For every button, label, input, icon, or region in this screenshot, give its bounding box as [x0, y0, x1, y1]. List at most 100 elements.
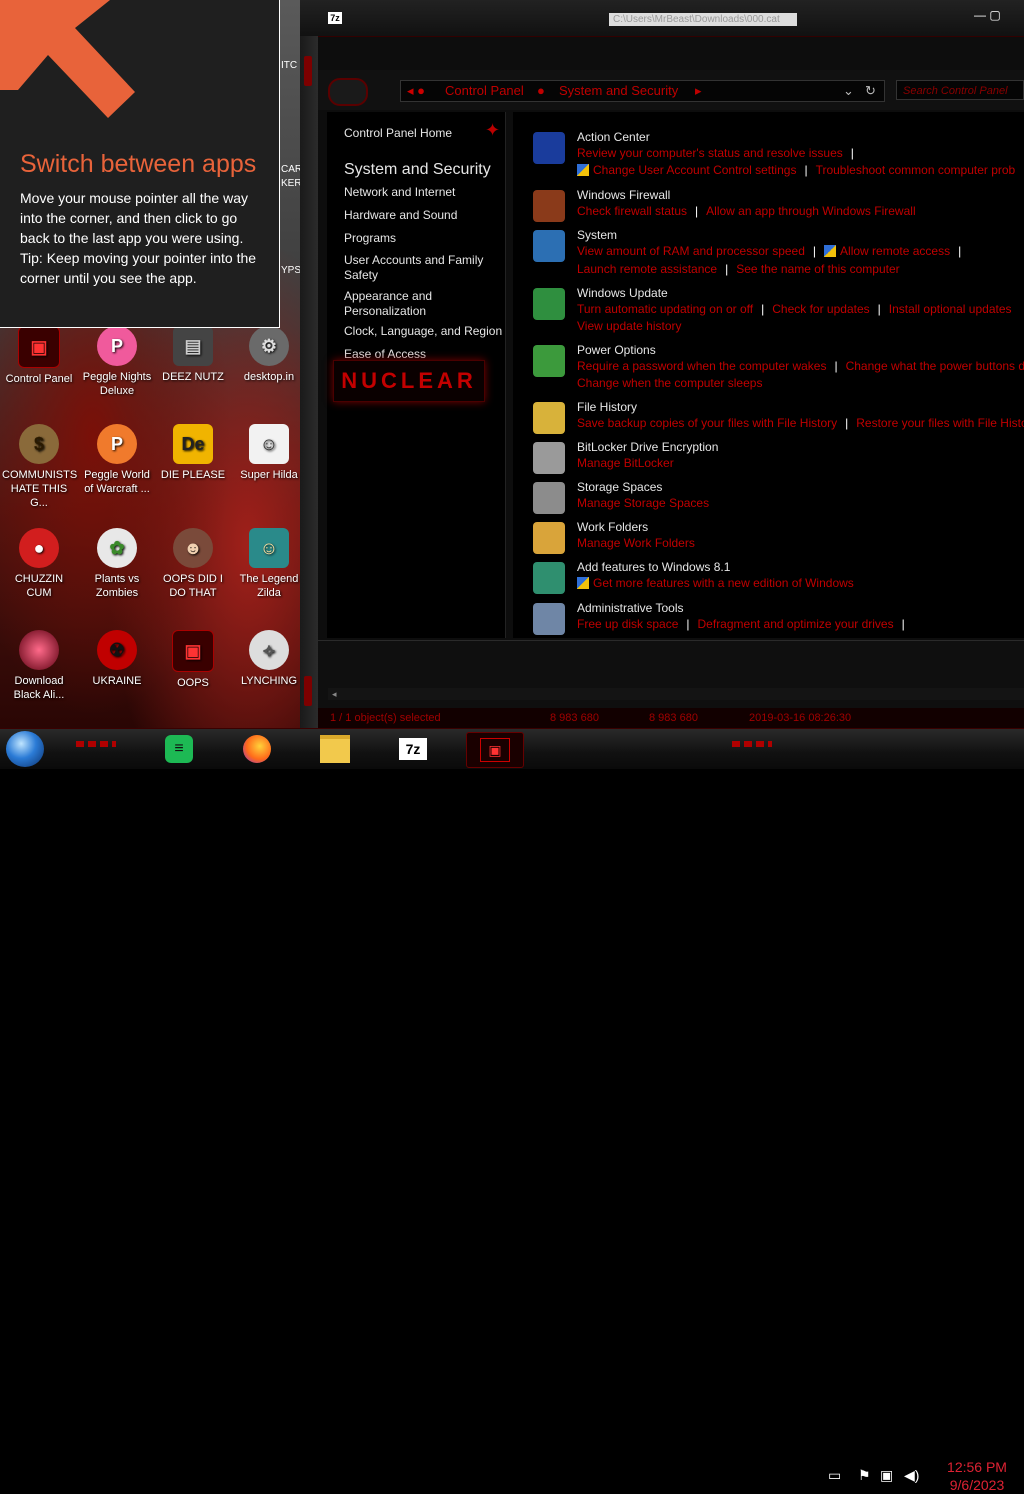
knot-icon: ⟡ — [249, 630, 289, 670]
link-manage-work-folders[interactable]: Manage Work Folders — [577, 536, 695, 550]
link-manage-storage[interactable]: Manage Storage Spaces — [577, 496, 709, 510]
7z-icon: 7z — [399, 738, 427, 760]
desktop-icon-chuzzin-cum[interactable]: ● CHUZZIN CUM — [2, 528, 76, 600]
nav-hardware-sound[interactable]: Hardware and Sound — [344, 208, 504, 223]
link-computer-sleeps[interactable]: Change when the computer sleeps — [577, 376, 762, 390]
nav-control-panel-home[interactable]: Control Panel Home — [344, 126, 504, 141]
window-controls[interactable]: — ▢ — [974, 8, 1024, 22]
taskbar-firefox-button[interactable] — [234, 732, 280, 766]
link-change-uac[interactable]: Change User Account Control settings — [593, 163, 796, 177]
category-title[interactable]: Windows Update — [577, 286, 668, 300]
link-allow-app[interactable]: Allow an app through Windows Firewall — [706, 204, 915, 218]
desktop-icon-plants-vs-zombies[interactable]: ✿ Plants vs Zombies — [80, 528, 154, 600]
nav-user-accounts[interactable]: User Accounts and Family Safety — [344, 253, 504, 283]
separator: | — [901, 617, 905, 631]
link-auto-update[interactable]: Turn automatic updating on or off — [577, 302, 753, 316]
desktop-icon-label: LYNCHING — [240, 675, 298, 687]
link-review-status[interactable]: Review your computer's status and resolv… — [577, 146, 843, 160]
search-input[interactable]: Search Control Panel — [896, 80, 1024, 100]
nav-system-and-security[interactable]: System and Security — [344, 161, 504, 179]
tray-flag-icon[interactable]: ⚑ — [858, 1467, 871, 1484]
chevron-down-icon[interactable]: ⌄ — [843, 81, 854, 101]
nav-clock-language[interactable]: Clock, Language, and Region — [344, 324, 504, 339]
link-save-backup[interactable]: Save backup copies of your files with Fi… — [577, 416, 837, 430]
nav-network-internet[interactable]: Network and Internet — [344, 185, 504, 200]
refresh-icon[interactable]: ↻ — [865, 81, 876, 101]
horizontal-scrollbar[interactable]: ◂ — [328, 688, 1024, 700]
desktop-icon-legend-zilda[interactable]: ☺ The Legend Zilda — [232, 528, 306, 600]
desktop-icon-download-black[interactable]: Download Black Ali... — [2, 630, 76, 702]
category-title[interactable]: Work Folders — [577, 520, 648, 534]
pin-icon: ✦ — [485, 120, 501, 140]
category-title[interactable]: Storage Spaces — [577, 480, 662, 494]
category-title[interactable]: System — [577, 228, 617, 242]
taskbar-file-explorer-button[interactable] — [312, 732, 358, 766]
link-computer-name[interactable]: See the name of this computer — [736, 262, 899, 276]
link-optional-updates[interactable]: Install optional updates — [889, 302, 1012, 316]
link-update-history[interactable]: View update history — [577, 319, 682, 333]
link-restore-files[interactable]: Restore your files with File Histo — [856, 416, 1024, 430]
breadcrumb-system-security[interactable]: System and Security — [559, 81, 678, 101]
desktop-icon-label: Control Panel — [5, 373, 73, 385]
partial-icon-label: KER — [281, 178, 302, 189]
link-view-ram[interactable]: View amount of RAM and processor speed — [577, 244, 805, 258]
desktop-icon-peggle-wow[interactable]: P Peggle World of Warcraft ... — [80, 424, 154, 496]
link-check-firewall[interactable]: Check firewall status — [577, 204, 687, 218]
tray-display-icon[interactable]: ▣ — [880, 1467, 893, 1484]
link-allow-remote[interactable]: Allow remote access — [840, 244, 950, 258]
link-row: View amount of RAM and processor speed | A… — [577, 244, 969, 258]
desktop-icon-lynching[interactable]: ⟡ LYNCHING — [232, 630, 306, 688]
link-check-updates[interactable]: Check for updates — [772, 302, 869, 316]
spotify-icon: ≡ — [165, 735, 193, 763]
link-launch-remote[interactable]: Launch remote assistance — [577, 262, 717, 276]
desktop-icon-die-please[interactable]: De DIE PLEASE — [156, 424, 230, 482]
separator: | — [834, 359, 838, 373]
title-bar[interactable]: 7z C:\Users\MrBeast\Downloads\000.cat — … — [300, 0, 1024, 37]
link-power-buttons[interactable]: Change what the power buttons d — [846, 359, 1024, 373]
breadcrumb-control-panel[interactable]: Control Panel — [445, 81, 524, 101]
desktop-icon-control-panel[interactable]: ▣ Control Panel — [2, 326, 76, 386]
desktop-icon-super-hilda[interactable]: ☺ Super Hilda — [232, 424, 306, 482]
taskbar-clock[interactable]: 12:56 PM 9/6/2023 — [930, 1458, 1024, 1494]
address-bar[interactable]: ◂ ● Control Panel ● System and Security … — [400, 80, 885, 102]
desktop-icon-oops-did-i[interactable]: ☻ OOPS DID I DO THAT — [156, 528, 230, 600]
start-orb-button[interactable] — [6, 731, 44, 767]
nav-appearance[interactable]: Appearance and Personalization — [344, 289, 504, 319]
desktop-icon-peggle-nights[interactable]: P Peggle Nights Deluxe — [80, 326, 154, 398]
peggle-icon: P — [97, 326, 137, 366]
link-row: Manage BitLocker — [577, 456, 674, 470]
link-get-more-features[interactable]: Get more features with a new edition of … — [593, 576, 854, 590]
taskbar-control-panel-button[interactable]: ▣ — [466, 732, 524, 768]
link-require-password[interactable]: Require a password when the computer wak… — [577, 359, 826, 373]
link-manage-bitlocker[interactable]: Manage BitLocker — [577, 456, 674, 470]
taskbar: ≡ 7z ▣ ▭ ⚑ ▣ ◀) 12:56 PM 9/6/2023 — [0, 728, 1024, 1493]
separator: | — [725, 262, 729, 276]
category-title[interactable]: File History — [577, 400, 637, 414]
desktop-icon-desktop-ini[interactable]: ⚙ desktop.in — [232, 326, 306, 384]
link-troubleshoot[interactable]: Troubleshoot common computer prob — [816, 163, 1016, 177]
de-icon: De — [173, 424, 213, 464]
category-title[interactable]: Windows Firewall — [577, 188, 670, 202]
category-title[interactable]: Action Center — [577, 130, 650, 144]
link-free-disk-space[interactable]: Free up disk space — [577, 617, 678, 631]
desktop-icon-deez-nutz[interactable]: ▤ DEEZ NUTZ — [156, 326, 230, 384]
scroll-left-icon[interactable]: ◂ — [332, 688, 337, 700]
category-title[interactable]: Power Options — [577, 343, 656, 357]
tray-network-icon[interactable]: ▭ — [828, 1467, 841, 1484]
tray-volume-icon[interactable]: ◀) — [904, 1467, 919, 1484]
desktop-icon-communists[interactable]: $ COMMUNISTS HATE THIS G... — [2, 424, 77, 510]
chuzzle-icon: ● — [19, 528, 59, 568]
category-title[interactable]: Administrative Tools — [577, 601, 684, 615]
taskbar-spotify-button[interactable]: ≡ — [156, 732, 202, 766]
category-title[interactable]: BitLocker Drive Encryption — [577, 440, 718, 454]
nav-programs[interactable]: Programs — [344, 231, 504, 246]
control-panel-icon: ▣ — [480, 738, 510, 762]
nuclear-logo: NUCLEAR — [333, 360, 485, 402]
link-row: Change User Account Control settings | Tro… — [577, 163, 1015, 177]
link-defragment[interactable]: Defragment and optimize your drives — [698, 617, 894, 631]
taskbar-7zip-button[interactable]: 7z — [390, 732, 436, 766]
back-forward-button[interactable] — [328, 78, 368, 106]
category-title[interactable]: Add features to Windows 8.1 — [577, 560, 730, 574]
desktop-icon-ukraine[interactable]: ☢ UKRAINE — [80, 630, 154, 688]
desktop-icon-oops[interactable]: ▣ OOPS — [156, 630, 230, 690]
